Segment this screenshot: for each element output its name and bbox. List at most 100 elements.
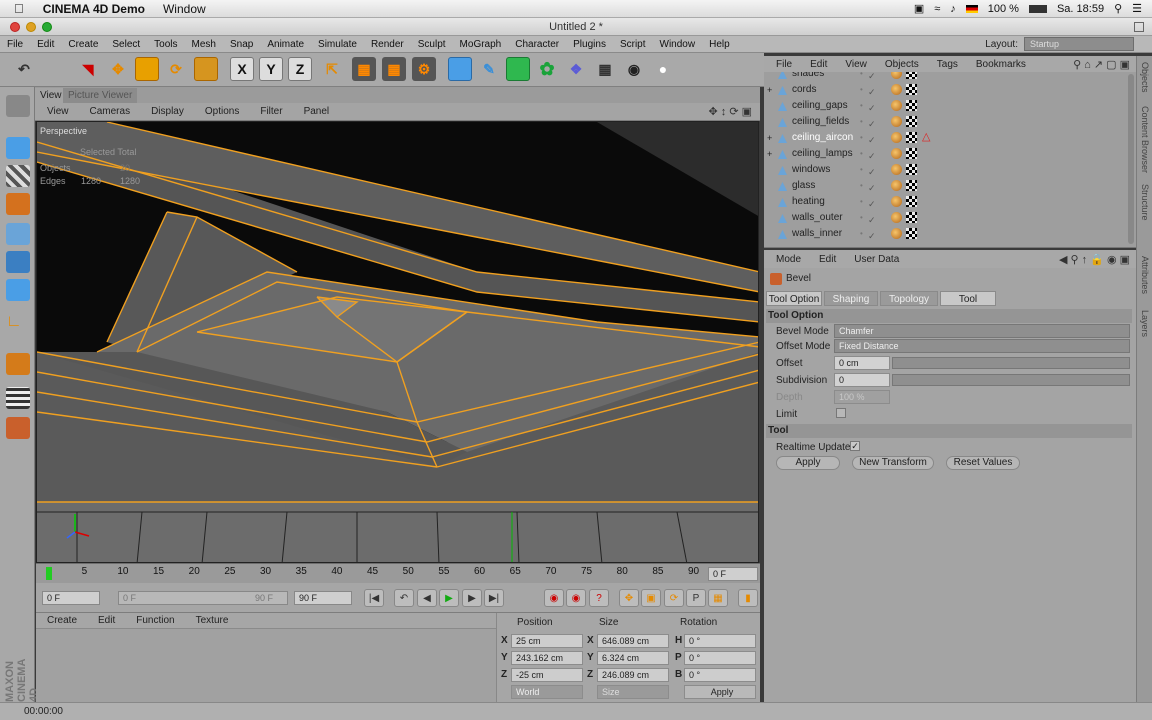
close-window-button[interactable] <box>10 22 20 32</box>
edges-mode-icon[interactable] <box>6 251 30 273</box>
section-tool[interactable]: Tool <box>766 424 1132 438</box>
object-row[interactable]: + ceiling_lamps • ✓ <box>764 146 1126 162</box>
workplane-icon[interactable] <box>6 193 30 215</box>
size-x-field[interactable]: 646.089 cm <box>597 634 669 648</box>
menu-edit[interactable]: Edit <box>30 39 61 50</box>
object-name[interactable]: walls_inner <box>792 226 842 242</box>
visibility-dots[interactable]: • <box>860 162 863 178</box>
size-z-field[interactable]: 246.089 cm <box>597 668 669 682</box>
viewport-menu-panel[interactable]: Panel <box>292 106 339 117</box>
viewport-menu-filter[interactable]: Filter <box>248 106 291 117</box>
zoom-window-button[interactable] <box>42 22 52 32</box>
menu-mograph[interactable]: MoGraph <box>453 39 509 50</box>
menu-render[interactable]: Render <box>364 39 411 50</box>
camera-icon[interactable]: ◉ <box>622 57 646 81</box>
points-mode-icon[interactable] <box>6 223 30 245</box>
menu-character[interactable]: Character <box>508 39 566 50</box>
enable-check-icon[interactable]: ✓ <box>868 180 879 193</box>
object-list-scrollbar[interactable] <box>1128 74 1134 244</box>
visibility-dots[interactable]: • <box>860 98 863 114</box>
side-tab-structure[interactable]: Structure <box>1140 184 1150 221</box>
om-menu-bookmarks[interactable]: Bookmarks <box>964 59 1032 70</box>
wifi-icon[interactable]: ≈ <box>934 3 940 15</box>
pen-spline-icon[interactable]: ✎ <box>477 57 501 81</box>
menu-file[interactable]: File <box>0 39 30 50</box>
position-y-field[interactable]: 243.162 cm <box>511 651 583 665</box>
menu-snap[interactable]: Snap <box>223 39 260 50</box>
rotation-b-field[interactable]: 0 ° <box>684 668 756 682</box>
om-menu-tags[interactable]: Tags <box>925 59 964 70</box>
material-menu-create[interactable]: Create <box>36 615 87 626</box>
tab-shaping[interactable]: Shaping <box>824 291 878 306</box>
prev-frame-icon[interactable]: ◀ <box>417 589 437 607</box>
coordinate-system-icon[interactable]: ⇱ <box>320 57 344 81</box>
enable-check-icon[interactable]: ✓ <box>868 72 879 81</box>
current-frame-field[interactable]: 0 F <box>708 567 758 581</box>
phong-tag-icon[interactable] <box>891 228 902 239</box>
expand-icon[interactable]: + <box>767 130 772 146</box>
visibility-dots[interactable]: • <box>860 194 863 210</box>
polygons-mode-icon[interactable] <box>6 279 30 301</box>
size-y-field[interactable]: 6.324 cm <box>597 651 669 665</box>
enable-check-icon[interactable]: ✓ <box>868 116 879 129</box>
size-mode-dropdown[interactable]: Size <box>597 685 669 699</box>
warning-tag-icon[interactable]: △ <box>922 132 933 143</box>
texture-tag-icon[interactable] <box>906 180 917 191</box>
timeline[interactable]: 051015202530354045505560657075808590 0 F <box>36 563 760 583</box>
render-view-icon[interactable]: ▦ <box>352 57 376 81</box>
menu-select[interactable]: Select <box>105 39 147 50</box>
volume-icon[interactable]: ♪ <box>950 3 956 15</box>
enable-check-icon[interactable]: ✓ <box>868 164 879 177</box>
menu-simulate[interactable]: Simulate <box>311 39 364 50</box>
recent-tools-icon[interactable] <box>194 57 218 81</box>
phong-tag-icon[interactable] <box>891 72 902 79</box>
side-tab-objects[interactable]: Objects <box>1140 62 1150 93</box>
viewport-menu-options[interactable]: Options <box>193 106 248 117</box>
texture-tag-icon[interactable] <box>906 228 917 239</box>
rotation-h-field[interactable]: 0 ° <box>684 634 756 648</box>
object-row[interactable]: shades • ✓ <box>764 72 1126 82</box>
reset-values-button[interactable]: Reset Values <box>946 456 1020 470</box>
object-name[interactable]: heating <box>792 194 825 210</box>
visibility-dots[interactable]: • <box>860 178 863 194</box>
workplane-lock-icon[interactable] <box>6 417 30 439</box>
tab-picture-viewer[interactable]: Picture Viewer <box>63 88 138 103</box>
visibility-dots[interactable]: • <box>860 114 863 130</box>
enable-check-icon[interactable]: ✓ <box>868 100 879 113</box>
material-menu-texture[interactable]: Texture <box>185 615 239 626</box>
menu-plugins[interactable]: Plugins <box>566 39 613 50</box>
playhead[interactable] <box>46 567 52 580</box>
material-manager[interactable] <box>36 629 496 702</box>
texture-tag-icon[interactable] <box>906 72 917 79</box>
lock-x-axis-button[interactable]: X <box>230 57 254 81</box>
texture-mode-icon[interactable] <box>6 165 30 187</box>
expand-icon[interactable]: + <box>767 146 772 162</box>
expand-icon[interactable]: + <box>767 82 772 98</box>
record-parameter-icon[interactable]: P <box>686 589 706 607</box>
axis-mode-icon[interactable]: ∟ <box>6 313 30 335</box>
visibility-dots[interactable]: • <box>860 146 863 162</box>
menu-mesh[interactable]: Mesh <box>185 39 223 50</box>
camera-label[interactable]: Perspective <box>40 126 87 136</box>
phong-tag-icon[interactable] <box>891 212 902 223</box>
depth-field[interactable]: 100 % <box>834 390 890 404</box>
offset-slider[interactable] <box>892 357 1130 369</box>
spotlight-icon[interactable]: ⚲ <box>1114 2 1122 15</box>
coord-apply-button[interactable]: Apply <box>684 685 756 699</box>
object-name[interactable]: ceiling_aircon <box>792 130 853 146</box>
keyframe-selection-icon[interactable]: ? <box>589 589 609 607</box>
object-row[interactable]: walls_inner • ✓ <box>764 226 1126 242</box>
position-x-field[interactable]: 25 cm <box>511 634 583 648</box>
texture-tag-icon[interactable] <box>906 212 917 223</box>
attr-menu-mode[interactable]: Mode <box>764 254 807 265</box>
object-name[interactable]: ceiling_gaps <box>792 98 848 114</box>
phong-tag-icon[interactable] <box>891 164 902 175</box>
attr-menu-edit[interactable]: Edit <box>807 254 842 265</box>
start-frame-field[interactable]: 0 F <box>42 591 100 605</box>
notification-icon[interactable]: ☰ <box>1132 2 1142 15</box>
timeline-window-icon[interactable]: ▮ <box>738 589 758 607</box>
attr-nav-icons[interactable]: ◀ ⚲ ↑ 🔒 ◉ ▣ <box>1059 253 1136 266</box>
texture-tag-icon[interactable] <box>906 116 917 127</box>
object-name[interactable]: walls_outer <box>792 210 843 226</box>
subdivision-slider[interactable] <box>892 374 1130 386</box>
